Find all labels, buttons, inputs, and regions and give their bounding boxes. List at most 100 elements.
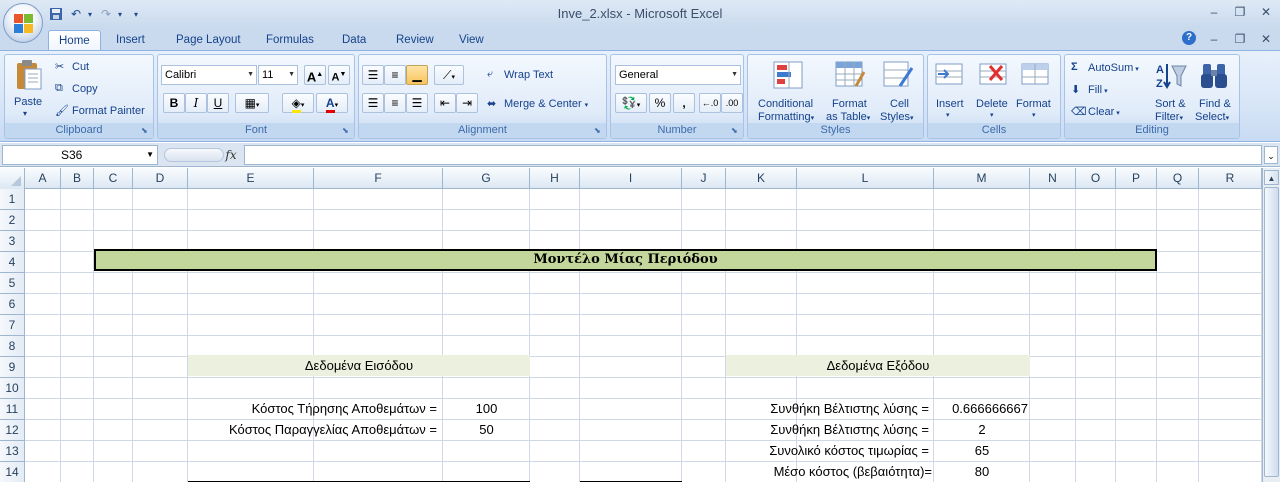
- scrollbar-thumb[interactable]: [1264, 187, 1279, 477]
- row-header-1[interactable]: 1: [0, 189, 25, 210]
- decrease-decimal-icon[interactable]: .00: [721, 93, 743, 113]
- column-header-r[interactable]: R: [1199, 168, 1262, 189]
- borders-button[interactable]: ▦▾: [235, 93, 269, 113]
- chevron-down-icon[interactable]: ▾: [946, 111, 950, 119]
- output-value-3[interactable]: 65: [934, 440, 1030, 461]
- column-header-d[interactable]: D: [133, 168, 188, 189]
- row-header-8[interactable]: 8: [0, 336, 25, 357]
- insert-cells-button[interactable]: Insert: [936, 98, 964, 110]
- output-label-2[interactable]: Συνθήκη Βέλτιστης λύσης =: [726, 419, 929, 440]
- format-painter-button[interactable]: 🖌 Format Painter: [55, 104, 145, 118]
- output-value-1[interactable]: 0.666666667: [934, 398, 1030, 419]
- underline-button[interactable]: U: [207, 93, 229, 113]
- column-header-k[interactable]: K: [726, 168, 797, 189]
- column-header-e[interactable]: E: [188, 168, 314, 189]
- office-button[interactable]: [3, 3, 43, 43]
- cell-styles-button-line2[interactable]: Styles▾: [880, 111, 913, 123]
- format-cells-button[interactable]: Format: [1016, 98, 1051, 110]
- fill-color-button[interactable]: ◈▾: [282, 93, 314, 113]
- comma-format-icon[interactable]: ,: [673, 93, 695, 113]
- alignment-launcher-icon[interactable]: ⬊: [594, 126, 604, 136]
- input-section-header[interactable]: Δεδομένα Εισόδου: [188, 355, 530, 376]
- delete-cells-button[interactable]: Delete: [976, 98, 1008, 110]
- column-header-h[interactable]: H: [530, 168, 580, 189]
- expand-formula-bar-icon[interactable]: ⌄: [1264, 146, 1278, 164]
- row-header-9[interactable]: 9: [0, 357, 25, 378]
- merge-center-button[interactable]: ⬌ Merge & Center ▾: [487, 97, 588, 111]
- row-header-11[interactable]: 11: [0, 399, 25, 420]
- restore-icon[interactable]: ❐: [1232, 4, 1248, 20]
- align-top-icon[interactable]: ☰: [362, 65, 384, 85]
- paste-button[interactable]: Paste: [14, 96, 42, 108]
- vertical-scrollbar[interactable]: ▲: [1262, 168, 1280, 482]
- column-header-g[interactable]: G: [443, 168, 530, 189]
- paste-dropdown-icon[interactable]: ▾: [23, 109, 27, 118]
- align-middle-icon[interactable]: ≡: [384, 65, 406, 85]
- bold-button[interactable]: B: [163, 93, 185, 113]
- output-label-3[interactable]: Συνολικό κόστος τιμωρίας =: [726, 440, 929, 461]
- column-header-f[interactable]: F: [314, 168, 443, 189]
- row-header-13[interactable]: 13: [0, 441, 25, 462]
- clipboard-launcher-icon[interactable]: ⬊: [141, 126, 151, 136]
- row-header-2[interactable]: 2: [0, 210, 25, 231]
- wrap-text-button[interactable]: ⤶ Wrap Text: [487, 68, 553, 82]
- clear-button[interactable]: ⌫Clear ▾: [1071, 105, 1120, 119]
- currency-format-icon[interactable]: 💱▾: [615, 93, 647, 113]
- autosum-button[interactable]: Σ AutoSum ▾: [1071, 61, 1139, 75]
- workbook-minimize-icon[interactable]: –: [1206, 31, 1222, 47]
- column-header-a[interactable]: A: [25, 168, 61, 189]
- font-launcher-icon[interactable]: ⬊: [342, 126, 352, 136]
- italic-button[interactable]: I: [185, 93, 207, 113]
- sort-filter-button[interactable]: Sort &: [1155, 98, 1186, 110]
- row-header-14[interactable]: 14: [0, 462, 25, 482]
- align-left-icon[interactable]: ☰: [362, 93, 384, 113]
- number-format-select[interactable]: General ▼: [615, 65, 741, 85]
- row-header-7[interactable]: 7: [0, 315, 25, 336]
- row-header-5[interactable]: 5: [0, 273, 25, 294]
- input-value-order-cost[interactable]: 50: [443, 419, 530, 440]
- column-header-n[interactable]: N: [1030, 168, 1076, 189]
- orientation-icon[interactable]: ⟋▾: [434, 65, 464, 85]
- tab-view[interactable]: View: [449, 30, 494, 50]
- row-header-12[interactable]: 12: [0, 420, 25, 441]
- formula-input[interactable]: [244, 145, 1262, 165]
- grow-font-button[interactable]: A▲: [304, 65, 326, 85]
- tab-formulas[interactable]: Formulas: [256, 30, 324, 50]
- output-label-1[interactable]: Συνθήκη Βέλτιστης λύσης =: [726, 398, 929, 419]
- font-size-select[interactable]: 11 ▼: [258, 65, 298, 85]
- output-label-4[interactable]: Μέσο κόστος (βεβαιότητα)=: [726, 461, 932, 482]
- tab-insert[interactable]: Insert: [106, 30, 155, 50]
- column-header-l[interactable]: L: [797, 168, 934, 189]
- increase-decimal-icon[interactable]: ←.0: [699, 93, 721, 113]
- conditional-formatting-button[interactable]: Conditional: [758, 98, 813, 110]
- scroll-up-arrow-icon[interactable]: ▲: [1264, 170, 1279, 185]
- chevron-down-icon[interactable]: ▾: [990, 111, 994, 119]
- shrink-font-button[interactable]: A▼: [328, 65, 350, 85]
- column-header-m[interactable]: M: [934, 168, 1030, 189]
- row-header-6[interactable]: 6: [0, 294, 25, 315]
- input-label-order-cost[interactable]: Κόστος Παραγγελίας Αποθεμάτων =: [188, 419, 437, 440]
- row-header-3[interactable]: 3: [0, 231, 25, 252]
- column-header-j[interactable]: J: [682, 168, 726, 189]
- tab-page-layout[interactable]: Page Layout: [166, 30, 251, 50]
- column-header-c[interactable]: C: [94, 168, 133, 189]
- column-header-b[interactable]: B: [61, 168, 94, 189]
- workbook-close-icon[interactable]: ✕: [1258, 31, 1274, 47]
- name-box[interactable]: S36 ▼: [2, 145, 158, 165]
- select-all-button[interactable]: [0, 168, 25, 189]
- minimize-icon[interactable]: –: [1206, 4, 1222, 20]
- column-header-i[interactable]: I: [580, 168, 682, 189]
- output-value-4[interactable]: 80: [934, 461, 1030, 482]
- tab-review[interactable]: Review: [386, 30, 444, 50]
- insert-function-button[interactable]: fx: [220, 145, 242, 165]
- output-section-header[interactable]: Δεδομένα Εξόδου: [726, 355, 1030, 376]
- align-right-icon[interactable]: ☰: [406, 93, 428, 113]
- fill-button[interactable]: ⬇ Fill ▾: [1071, 83, 1108, 97]
- input-label-holding-cost[interactable]: Κόστος Τήρησης Αποθεμάτων =: [188, 398, 437, 419]
- find-select-button[interactable]: Find &: [1199, 98, 1231, 110]
- workbook-restore-icon[interactable]: ❐: [1232, 31, 1248, 47]
- tab-data[interactable]: Data: [332, 30, 376, 50]
- row-header-4[interactable]: 4: [0, 252, 25, 273]
- chevron-down-icon[interactable]: ▾: [1032, 111, 1036, 119]
- column-header-q[interactable]: Q: [1157, 168, 1199, 189]
